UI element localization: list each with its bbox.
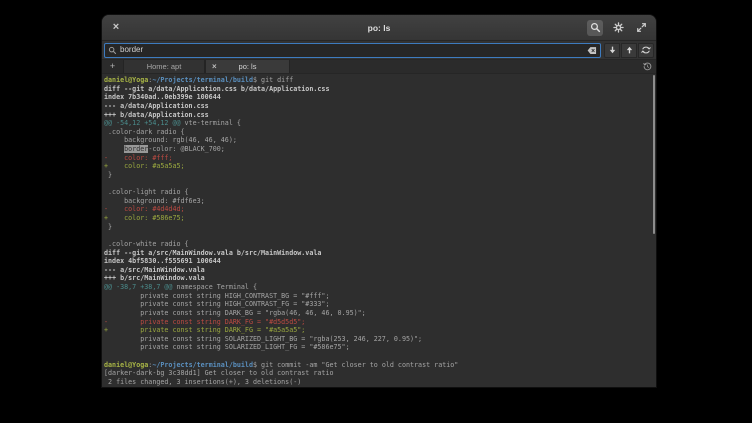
terminal-line: daniel@Yoga:~/Projects/terminal/build$ g… bbox=[104, 76, 656, 85]
terminal-line: private const string SOLARIZED_LIGHT_BG … bbox=[104, 335, 656, 344]
tab-label: Home: apt bbox=[147, 62, 182, 71]
terminal-line: private const string SOLARIZED_LIGHT_FG … bbox=[104, 343, 656, 352]
terminal-viewport[interactable]: daniel@Yoga:~/Projects/terminal/build$ g… bbox=[102, 74, 656, 387]
terminal-line: [darker-dark-bg 3c38dd1] Get closer to o… bbox=[104, 369, 656, 378]
arrow-up-icon bbox=[625, 45, 634, 55]
terminal-line: } bbox=[104, 223, 656, 232]
settings-button[interactable] bbox=[610, 20, 626, 36]
terminal-line: +++ b/src/MainWindow.vala bbox=[104, 274, 656, 283]
terminal-line bbox=[104, 231, 656, 240]
search-query-text: border bbox=[120, 46, 584, 54]
terminal-line: 2 files changed, 3 insertions(+), 3 dele… bbox=[104, 378, 656, 387]
search-previous-button[interactable] bbox=[621, 43, 637, 58]
fullscreen-button[interactable] bbox=[633, 20, 649, 36]
terminal-line: daniel@Yoga:~/Projects/terminal/build$ g… bbox=[104, 361, 656, 370]
terminal-line bbox=[104, 180, 656, 189]
search-magnifier-icon bbox=[108, 46, 117, 55]
terminal-line: } bbox=[104, 171, 656, 180]
tab-po-ls[interactable]: × po: ls bbox=[205, 60, 290, 73]
terminal-scrollbar[interactable] bbox=[651, 74, 656, 387]
restore-tabs-button[interactable] bbox=[638, 60, 656, 73]
search-input[interactable]: border bbox=[104, 43, 601, 58]
search-nav-buttons bbox=[604, 43, 654, 58]
tab-bar-spacer bbox=[290, 60, 638, 73]
terminal-line: background: rgb(46, 46, 46); bbox=[104, 136, 656, 145]
cycle-wrap-icon bbox=[641, 45, 651, 55]
terminal-line bbox=[104, 352, 656, 361]
titlebar[interactable]: × po: ls bbox=[102, 15, 656, 41]
tab-label: po: ls bbox=[239, 62, 257, 71]
gear-icon bbox=[613, 22, 624, 33]
terminal-line: --- a/src/MainWindow.vala bbox=[104, 266, 656, 275]
search-toggle-button[interactable] bbox=[587, 20, 603, 36]
terminal-line: border-color: @BLACK_700; bbox=[104, 145, 656, 154]
terminal-line: + color: #a5a5a5; bbox=[104, 162, 656, 171]
window-close-button[interactable]: × bbox=[109, 21, 123, 35]
terminal-line: --- a/data/Application.css bbox=[104, 102, 656, 111]
terminal-line: @@ -54,12 +54,12 @@ vte-terminal { bbox=[104, 119, 656, 128]
terminal-line: index 4bf5830..f555691 100644 bbox=[104, 257, 656, 266]
new-tab-button[interactable]: + bbox=[102, 60, 123, 73]
terminal-line: index 7b340ad..0eb399e 100644 bbox=[104, 93, 656, 102]
tab-home-apt[interactable]: Home: apt bbox=[123, 60, 205, 73]
terminal-line: background: #fdf6e3; bbox=[104, 197, 656, 206]
resize-diagonal-icon bbox=[636, 22, 647, 33]
search-icon bbox=[590, 22, 601, 33]
terminal-line: diff --git a/data/Application.css b/data… bbox=[104, 85, 656, 94]
terminal-line: @@ -38,7 +38,7 @@ namespace Terminal { bbox=[104, 283, 656, 292]
terminal-line: .color-dark radio { bbox=[104, 128, 656, 137]
terminal-output: daniel@Yoga:~/Projects/terminal/build$ g… bbox=[104, 76, 656, 387]
tab-close-button[interactable]: × bbox=[212, 60, 217, 73]
terminal-line: .color-white radio { bbox=[104, 240, 656, 249]
terminal-window: × po: ls bbox=[102, 15, 656, 387]
search-next-button[interactable] bbox=[604, 43, 620, 58]
terminal-line: .color-light radio { bbox=[104, 188, 656, 197]
scrollbar-thumb[interactable] bbox=[653, 75, 655, 234]
search-bar: border bbox=[102, 41, 656, 60]
terminal-line: private const string HIGH_CONTRAST_FG = … bbox=[104, 300, 656, 309]
terminal-line: private const string DARK_BG = "rgba(46,… bbox=[104, 309, 656, 318]
window-title: po: ls bbox=[102, 23, 656, 33]
history-icon bbox=[643, 62, 652, 71]
search-cycle-button[interactable] bbox=[638, 43, 654, 58]
terminal-line: +++ b/data/Application.css bbox=[104, 111, 656, 120]
arrow-down-icon bbox=[608, 45, 617, 55]
terminal-line: + private const string DARK_FG = "#a5a5a… bbox=[104, 326, 656, 335]
terminal-line: + color: #586e75; bbox=[104, 214, 656, 223]
clear-backspace-icon[interactable] bbox=[587, 46, 597, 55]
terminal-line: - color: #fff; bbox=[104, 154, 656, 163]
terminal-line: - color: #4d4d4d; bbox=[104, 205, 656, 214]
titlebar-actions bbox=[587, 20, 649, 36]
terminal-line: - private const string DARK_FG = "#d5d5d… bbox=[104, 318, 656, 327]
tab-bar: + Home: apt × po: ls bbox=[102, 60, 656, 74]
terminal-line: diff --git a/src/MainWindow.vala b/src/M… bbox=[104, 249, 656, 258]
terminal-line: private const string HIGH_CONTRAST_BG = … bbox=[104, 292, 656, 301]
